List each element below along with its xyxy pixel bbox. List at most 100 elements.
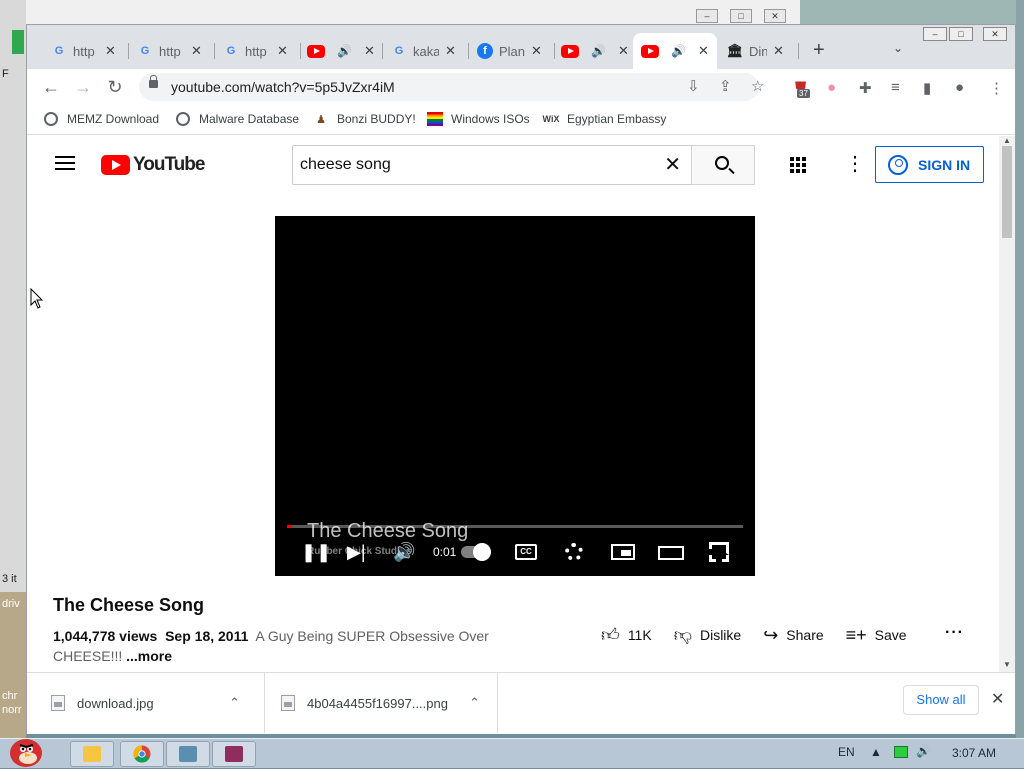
media-controls-icon[interactable]: ≡ xyxy=(891,79,900,96)
address-bar[interactable]: youtube.com/watch?v=5p5JvZxr4iM ⇩ ⇪ ☆ xyxy=(139,73,764,101)
bookmark-item[interactable]: Windows ISOs xyxy=(427,111,530,127)
scroll-down-icon[interactable]: ▼ xyxy=(1003,660,1011,669)
miniplayer-icon[interactable] xyxy=(611,544,635,560)
bookmark-item[interactable]: Malware Database xyxy=(175,111,299,127)
profile-avatar-icon[interactable]: ● xyxy=(955,79,964,96)
pause-icon[interactable]: ❚❚ xyxy=(301,542,331,563)
clock[interactable]: 3:07 AM xyxy=(952,746,996,760)
bookmark-item[interactable]: WiX Egyptian Embassy xyxy=(543,111,667,127)
close-icon[interactable]: ✕ xyxy=(764,9,786,23)
tab[interactable]: G http ✕ xyxy=(43,37,129,65)
extensions-puzzle-icon[interactable]: ✚ xyxy=(859,79,872,97)
video-title: The Cheese Song xyxy=(53,595,205,615)
close-downloads-icon[interactable]: ✕ xyxy=(991,689,1004,709)
autoplay-toggle[interactable] xyxy=(461,543,491,561)
page-scrollbar[interactable]: ▲ ▼ xyxy=(999,136,1015,672)
tab-search-chevron-icon[interactable]: ⌄ xyxy=(893,41,903,55)
minimize-icon[interactable]: – xyxy=(696,9,718,23)
tab[interactable]: G http ✕ xyxy=(129,37,215,65)
tab[interactable]: f Plan ✕ xyxy=(469,37,555,65)
tab-close-icon[interactable]: ✕ xyxy=(364,43,375,59)
taskbar-archive-button[interactable] xyxy=(212,741,256,767)
google-icon: G xyxy=(226,45,236,57)
search-button[interactable] xyxy=(691,145,755,185)
side-panel-icon[interactable]: ▮ xyxy=(923,79,931,97)
tab-close-icon[interactable]: ✕ xyxy=(618,43,629,59)
tab-active[interactable]: 🔊 ✕ xyxy=(633,33,717,69)
tab[interactable]: 🔊 ✕ xyxy=(553,37,637,65)
scroll-up-icon[interactable]: ▲ xyxy=(1003,136,1011,145)
tab[interactable]: 🔊 ✕ xyxy=(299,37,383,65)
chevron-up-icon[interactable]: ⌃ xyxy=(469,695,480,711)
tab-close-icon[interactable]: ✕ xyxy=(773,43,784,59)
taskbar-app-button[interactable] xyxy=(166,741,210,767)
browser-toolbar: ← → ↻ youtube.com/watch?v=5p5JvZxr4iM ⇩ … xyxy=(27,69,1015,105)
tab-close-icon[interactable]: ✕ xyxy=(191,43,202,59)
maximize-icon[interactable]: □ xyxy=(730,9,752,23)
speaker-icon[interactable]: 🔊 xyxy=(591,44,606,58)
settings-gear-icon[interactable] xyxy=(565,543,583,561)
extension-flag-icon[interactable]: ● xyxy=(827,79,836,96)
apps-grid-icon[interactable] xyxy=(790,157,806,173)
bookmark-item[interactable]: ♟ Bonzi BUDDY! xyxy=(313,111,416,127)
back-arrow-icon[interactable]: ← xyxy=(39,75,63,99)
share-icon[interactable]: ⇪ xyxy=(719,77,732,95)
clear-search-icon[interactable]: ✕ xyxy=(664,152,681,177)
forward-arrow-icon[interactable]: → xyxy=(71,75,95,99)
dislike-label: Dislike xyxy=(699,627,742,643)
new-tab-icon[interactable]: + xyxy=(813,39,825,62)
save-button[interactable]: ≡+ Save xyxy=(846,625,907,646)
sign-in-button[interactable]: SIGN IN xyxy=(875,146,984,183)
dislike-button[interactable]: 👎︎ Dislike xyxy=(674,624,742,646)
bookmark-star-icon[interactable]: ☆ xyxy=(751,77,764,95)
maximize-icon[interactable]: □ xyxy=(949,27,973,41)
menu-hamburger-icon[interactable] xyxy=(55,156,75,170)
tab[interactable]: 🏛 Din ✕ xyxy=(719,37,799,65)
more-actions-icon[interactable]: ··· xyxy=(945,624,964,642)
minimize-icon[interactable]: – xyxy=(923,27,947,41)
volume-icon[interactable]: 🔊 xyxy=(393,542,415,563)
url-text[interactable]: youtube.com/watch?v=5p5JvZxr4iM xyxy=(171,79,395,95)
download-item[interactable]: 4b04a4455f16997....png ⌃ xyxy=(265,673,498,733)
tab-close-icon[interactable]: ✕ xyxy=(698,43,709,59)
tab[interactable]: G kaka ✕ xyxy=(383,37,469,65)
fullscreen-icon[interactable] xyxy=(709,542,729,562)
start-angry-bird-icon[interactable] xyxy=(2,731,46,769)
captions-icon[interactable]: CC xyxy=(515,544,537,560)
scroll-thumb[interactable] xyxy=(1002,146,1012,238)
video-description[interactable]: 1,044,778 views Sep 18, 2011 A Guy Being… xyxy=(53,626,493,666)
download-item[interactable]: download.jpg ⌃ xyxy=(27,673,265,733)
tab[interactable]: G http ✕ xyxy=(215,37,301,65)
youtube-logo[interactable]: YouTube xyxy=(101,154,205,176)
close-icon[interactable]: ✕ xyxy=(983,27,1007,41)
like-button[interactable]: 👍︎ 11K xyxy=(601,624,652,646)
share-button[interactable]: ↪ Share xyxy=(763,625,823,646)
settings-kebab-icon[interactable]: ⋮ xyxy=(845,154,865,174)
tab-close-icon[interactable]: ✕ xyxy=(531,43,542,59)
video-player[interactable]: The Cheese Song Rubber Chick Studios ❚❚ … xyxy=(275,216,755,576)
chrome-menu-icon[interactable]: ⋮ xyxy=(989,79,1004,97)
bookmark-item[interactable]: MEMZ Download xyxy=(43,111,159,127)
chevron-up-icon[interactable]: ⌃ xyxy=(229,695,240,711)
reload-icon[interactable]: ↻ xyxy=(103,75,127,99)
search-value[interactable]: cheese song xyxy=(300,156,391,174)
show-all-button[interactable]: Show all xyxy=(903,685,979,715)
volume-tray-icon[interactable]: 🔊 xyxy=(916,744,931,758)
taskbar-explorer-button[interactable] xyxy=(70,741,114,767)
more-link[interactable]: ...more xyxy=(126,648,172,664)
theater-mode-icon[interactable] xyxy=(658,546,684,560)
tray-expand-icon[interactable]: ▲ xyxy=(870,745,882,759)
tab-close-icon[interactable]: ✕ xyxy=(277,43,288,59)
battery-icon[interactable] xyxy=(894,746,908,758)
search-input[interactable]: cheese song ✕ xyxy=(292,145,692,185)
speaker-icon[interactable]: 🔊 xyxy=(337,44,352,58)
youtube-header: YouTube cheese song ✕ ⋮ SIGN IN xyxy=(27,136,999,192)
tab-close-icon[interactable]: ✕ xyxy=(105,43,116,59)
lock-icon[interactable] xyxy=(149,75,158,88)
taskbar-chrome-button[interactable] xyxy=(120,741,164,767)
next-icon[interactable]: ▶| xyxy=(347,542,366,563)
speaker-icon[interactable]: 🔊 xyxy=(671,44,686,58)
language-indicator[interactable]: EN xyxy=(838,745,855,759)
install-app-icon[interactable]: ⇩ xyxy=(687,77,700,95)
tab-close-icon[interactable]: ✕ xyxy=(445,43,456,59)
